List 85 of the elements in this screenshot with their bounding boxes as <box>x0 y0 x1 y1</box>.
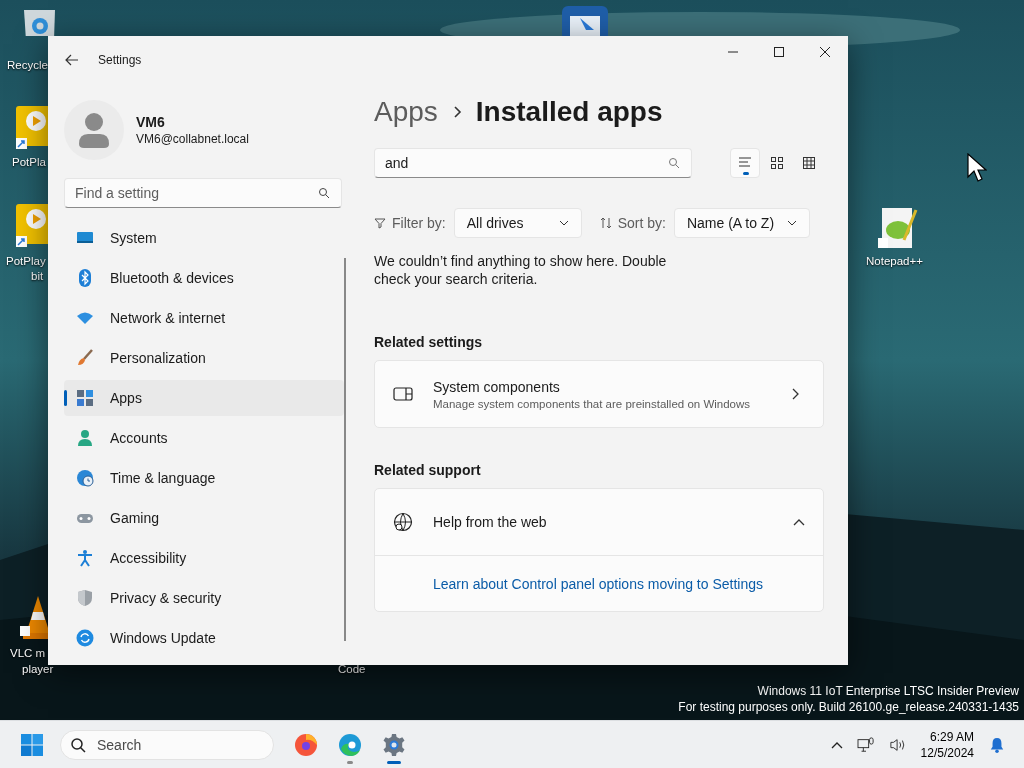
chevron-right-icon <box>451 105 462 119</box>
chevron-icon[interactable] <box>793 518 805 526</box>
person-icon <box>76 429 94 447</box>
breadcrumb-link[interactable]: Apps <box>374 96 438 128</box>
desktop-icon-label[interactable]: Recycle <box>7 58 48 72</box>
nav-item[interactable]: Accounts <box>64 420 344 456</box>
filter-dropdown[interactable]: All drives <box>453 208 582 238</box>
edge-icon[interactable] <box>338 732 362 757</box>
recycle-bin-icon[interactable] <box>22 10 57 36</box>
chevron-right-icon <box>791 388 799 400</box>
filter-label: Filter by: <box>392 215 446 231</box>
update-icon <box>76 629 94 647</box>
card-description: Manage system components that are preinstalled on Windows <box>433 397 751 410</box>
chevron-down-icon <box>786 220 797 226</box>
close-icon <box>819 46 831 58</box>
nav-item[interactable]: Apps <box>64 380 344 416</box>
user-email: VM6@collabnet.local <box>136 132 249 146</box>
component-icon <box>393 384 413 404</box>
cursor-icon <box>967 153 987 183</box>
accessibility-icon <box>76 549 94 567</box>
search-icon <box>318 187 330 199</box>
section-heading: Related settings <box>374 334 483 350</box>
volume-icon[interactable] <box>888 736 907 753</box>
nav-item[interactable]: Windows Update <box>64 620 344 656</box>
page-title: Installed apps <box>475 96 663 128</box>
sort-label: Sort by: <box>617 215 666 231</box>
desktop-icon-label[interactable]: PotPla <box>12 155 46 169</box>
back-icon[interactable] <box>64 52 80 68</box>
nav-item[interactable]: Time & language <box>64 460 344 496</box>
shield-icon <box>76 589 94 607</box>
nav-item[interactable]: Accessibility <box>64 540 344 576</box>
list-icon <box>738 156 752 170</box>
bell-icon[interactable] <box>988 736 1006 753</box>
grid-icon <box>802 156 816 170</box>
nav-item[interactable]: Gaming <box>64 500 344 536</box>
clock-date[interactable]: 12/5/2024 <box>920 744 974 761</box>
network-icon[interactable] <box>856 736 875 753</box>
search-field[interactable]: and <box>374 148 692 178</box>
firefox-icon[interactable] <box>294 732 318 757</box>
brush-icon <box>76 349 94 367</box>
desktop-icon-label[interactable]: Notepad++ <box>866 254 923 268</box>
sort-dropdown[interactable]: Name (A to Z) <box>673 208 810 238</box>
desktop-icon-label[interactable]: PotPlay <box>6 254 46 268</box>
desktop-icon-label[interactable]: bit <box>31 269 44 283</box>
filter-icon <box>374 217 386 229</box>
bluetooth-icon <box>76 269 94 287</box>
search-icon <box>668 157 680 169</box>
tiles-icon <box>770 156 784 170</box>
desktop-icon-label[interactable]: Code <box>338 662 366 676</box>
desktop-icon-label[interactable]: VLC m <box>10 646 46 660</box>
nav-item[interactable]: System <box>64 220 344 256</box>
help-link[interactable]: Learn about Control panel options moving to Settings <box>433 575 763 592</box>
card-title: System components <box>433 378 561 395</box>
nav-item[interactable]: Network & internet <box>64 300 344 336</box>
nav-item[interactable]: Privacy & security <box>64 580 344 616</box>
globe-icon <box>393 512 413 532</box>
clock-time[interactable]: 6:29 AM <box>929 728 974 745</box>
scrollbar[interactable] <box>344 258 346 641</box>
sort-icon <box>599 217 612 229</box>
watermark-text: For testing purposes only. Build 26100.ge_release.240331-1435 <box>678 699 1019 715</box>
avatar-icon[interactable] <box>64 100 124 160</box>
empty-message: We couldn’t find anything to show here. Double check your search criteria. <box>374 252 668 288</box>
play-icon[interactable] <box>16 204 48 248</box>
user-name: VM6 <box>136 114 166 130</box>
desktop-icon-label[interactable]: player <box>22 662 54 676</box>
maximize-icon <box>773 46 785 58</box>
taskbar-search[interactable]: Search <box>60 729 274 760</box>
selection-indicator <box>743 172 749 175</box>
section-heading: Related support <box>374 462 481 478</box>
expander-title[interactable]: Help from the web <box>433 514 547 530</box>
nav-item[interactable]: Personalization <box>64 340 344 376</box>
window-title: Settings <box>98 53 142 67</box>
gear-icon[interactable] <box>382 732 406 757</box>
nav-item[interactable]: Bluetooth & devices <box>64 260 344 296</box>
watermark-text: Windows 11 IoT Enterprise LTSC Insider Preview <box>757 683 1019 699</box>
play-icon[interactable] <box>16 106 48 150</box>
app-icon[interactable] <box>562 6 608 36</box>
selection-indicator <box>64 390 67 406</box>
globe-clock-icon <box>76 469 94 487</box>
start-icon[interactable] <box>20 732 44 757</box>
settings-card[interactable]: System components Manage system components that are preinstalled on Windows <box>374 360 824 428</box>
search-field[interactable]: Find a setting <box>64 178 342 208</box>
chevron-down-icon <box>558 220 569 226</box>
chevron-up-icon[interactable] <box>830 740 843 749</box>
apps-icon <box>76 389 94 407</box>
